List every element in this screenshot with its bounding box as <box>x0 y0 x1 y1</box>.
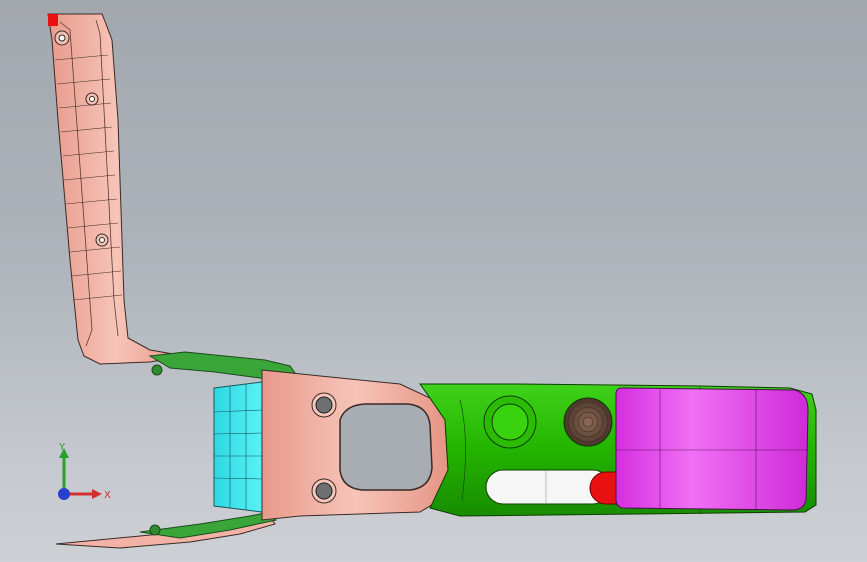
front-frame[interactable] <box>261 369 449 521</box>
cad-model-view[interactable] <box>0 0 867 562</box>
x-axis-arrow-head <box>92 489 102 499</box>
y-axis-label: Y <box>58 442 66 453</box>
speaker-grille <box>563 397 613 447</box>
x-axis-label: X <box>104 490 111 501</box>
axis-triad: Y X <box>58 442 111 501</box>
storage-lid[interactable] <box>615 387 809 511</box>
lower-bracket[interactable] <box>55 511 277 549</box>
z-axis-dot <box>58 488 70 500</box>
red-marker <box>48 14 58 26</box>
left-arm-panel[interactable] <box>47 13 186 365</box>
graphics-viewport[interactable]: Y X <box>0 0 867 562</box>
